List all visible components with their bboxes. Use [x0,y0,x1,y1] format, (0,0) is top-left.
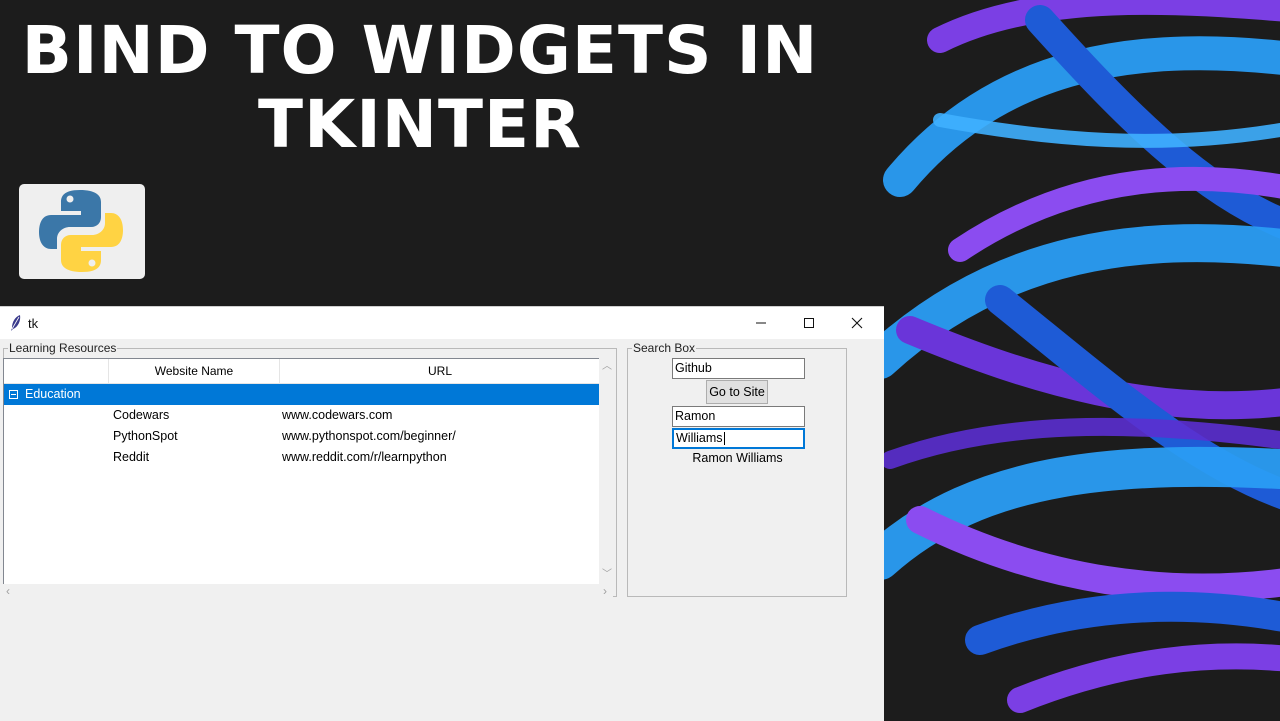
column-header-website-name[interactable]: Website Name [109,359,280,383]
tree-row-label: Education [25,387,81,401]
vertical-scrollbar[interactable]: ︿ ﹀ [599,358,613,584]
table-row[interactable]: Codewars www.codewars.com [4,405,600,426]
title-line-2: TKINTER [258,86,582,163]
scroll-up-icon[interactable]: ︿ [602,362,612,372]
feather-icon [11,315,21,331]
close-button[interactable] [834,307,880,339]
minimize-button[interactable] [738,307,784,339]
scroll-left-icon[interactable]: ‹ [6,585,10,597]
python-logo [19,184,145,279]
url-cell: www.codewars.com [282,408,393,422]
first-name-input[interactable]: Ramon [672,406,805,427]
last-name-input[interactable]: Williams [672,428,805,449]
go-to-site-button[interactable]: Go to Site [706,380,768,404]
website-name-cell: Reddit [113,450,150,464]
table-row[interactable]: Reddit www.reddit.com/r/learnpython [4,447,600,468]
decorative-brush-strokes [880,0,1280,713]
resources-treeview[interactable]: Website Name URL Education Codewars www.… [3,358,601,586]
search-box-legend: Search Box [633,341,696,355]
collapse-toggle-icon[interactable] [9,390,18,399]
close-icon [851,317,863,329]
website-name-cell: Codewars [113,408,170,422]
table-row[interactable]: PythonSpot www.pythonspot.com/beginner/ [4,426,600,447]
full-name-label: Ramon Williams [692,451,783,465]
scroll-right-icon[interactable]: › [603,585,607,597]
window-title: tk [28,316,39,331]
learning-resources-legend: Learning Resources [9,341,117,355]
tree-row-education[interactable]: Education [4,384,600,405]
maximize-button[interactable] [786,307,832,339]
thumbnail-title: BIND TO WIDGETS IN TKINTER [20,14,820,162]
site-search-input[interactable]: Github [672,358,805,379]
window-titlebar[interactable]: tk [0,307,884,339]
treeview-header: Website Name URL [4,359,600,384]
horizontal-scrollbar[interactable]: ‹ › [3,584,613,598]
text-caret [723,432,725,446]
title-line-1: BIND TO WIDGETS IN [21,12,819,89]
website-name-cell: PythonSpot [113,429,178,443]
tk-window: tk Learning Resources Website Name URL E… [0,306,884,721]
minimize-icon [756,322,766,324]
column-header-url[interactable]: URL [280,359,600,383]
scroll-down-icon[interactable]: ﹀ [602,570,612,580]
maximize-icon [804,318,814,328]
tree-column-header[interactable] [4,359,109,383]
last-name-value: Williams [676,431,723,445]
url-cell: www.pythonspot.com/beginner/ [282,429,456,443]
url-cell: www.reddit.com/r/learnpython [282,450,447,464]
